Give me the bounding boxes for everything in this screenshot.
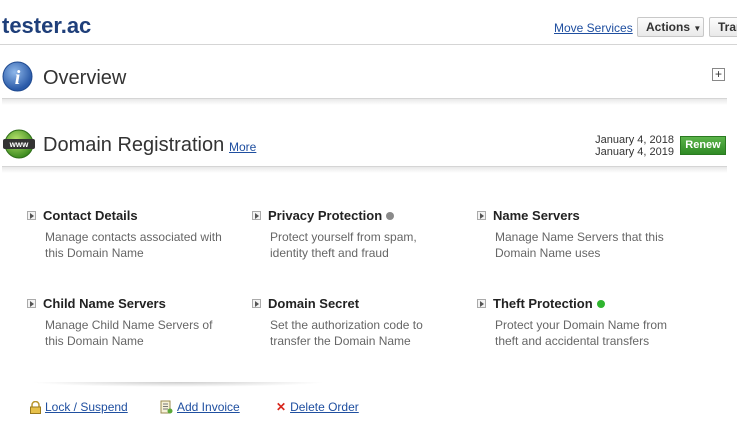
tile-description: Manage Name Servers that this Domain Nam… <box>495 230 664 260</box>
lock-suspend-action[interactable]: Lock / Suspend <box>29 400 128 414</box>
tile-privacy-protection[interactable]: Privacy Protection Protect yourself from… <box>252 208 452 261</box>
delete-order-link[interactable]: Delete Order <box>290 400 359 414</box>
domain-registration-title: Domain Registration <box>43 134 225 156</box>
tile-title: Theft Protection <box>493 296 593 311</box>
registration-shadow <box>2 167 727 173</box>
tile-title: Name Servers <box>493 208 580 223</box>
svg-text:i: i <box>15 67 21 89</box>
tile-description: Manage contacts associated with this Dom… <box>45 230 222 260</box>
tile-description: Protect yourself from spam, identity the… <box>270 230 417 260</box>
actions-label: Actions <box>646 20 691 34</box>
tile-title: Domain Secret <box>268 296 360 311</box>
lock-suspend-link[interactable]: Lock / Suspend <box>45 400 128 414</box>
arrow-right-icon <box>252 211 261 220</box>
more-link[interactable]: More <box>229 140 256 154</box>
add-invoice-action[interactable]: Add Invoice <box>159 400 240 414</box>
close-icon: ✕ <box>276 400 287 414</box>
tile-domain-secret[interactable]: Domain Secret Set the authorization code… <box>252 296 452 349</box>
tile-description: Set the authorization code to transfer t… <box>270 318 423 348</box>
tile-title: Child Name Servers <box>43 296 166 311</box>
add-invoice-link[interactable]: Add Invoice <box>177 400 240 414</box>
arrow-right-icon <box>252 299 261 308</box>
domain-title: tester.ac <box>2 13 92 38</box>
www-globe-icon: www <box>2 129 36 159</box>
tile-description: Manage Child Name Servers of this Domain… <box>45 318 213 348</box>
header-divider <box>0 44 737 45</box>
overview-title: Overview <box>43 67 127 89</box>
expiry-date: January 4, 2019 <box>595 146 674 158</box>
actions-button[interactable]: Actions ▼ <box>637 17 704 37</box>
registration-dates: January 4, 2018 January 4, 2019 <box>595 134 674 158</box>
info-icon: i <box>2 61 33 92</box>
expand-overview-button[interactable]: + <box>712 68 725 81</box>
tile-theft-protection[interactable]: Theft Protection Protect your Domain Nam… <box>477 296 677 349</box>
move-services-link[interactable]: Move Services <box>554 21 633 35</box>
tile-contact-details[interactable]: Contact Details Manage contacts associat… <box>27 208 227 261</box>
renew-button[interactable]: Renew <box>680 136 726 155</box>
overview-shadow <box>2 99 727 105</box>
arrow-right-icon <box>27 211 36 220</box>
tile-title: Privacy Protection <box>268 208 383 223</box>
status-on-icon <box>596 299 605 308</box>
footer-separator <box>30 382 326 387</box>
transfer-button[interactable]: Transfer <box>709 17 737 37</box>
lock-icon <box>29 400 42 414</box>
delete-order-action[interactable]: ✕ Delete Order <box>276 400 359 414</box>
tile-child-name-servers[interactable]: Child Name Servers Manage Child Name Ser… <box>27 296 227 349</box>
tile-name-servers[interactable]: Name Servers Manage Name Servers that th… <box>477 208 677 261</box>
arrow-right-icon <box>477 299 486 308</box>
caret-down-icon: ▼ <box>693 24 702 33</box>
arrow-right-icon <box>27 299 36 308</box>
tile-description: Protect your Domain Name from theft and … <box>495 318 668 348</box>
start-date: January 4, 2018 <box>595 134 674 146</box>
svg-text:www: www <box>9 140 29 149</box>
arrow-right-icon <box>477 211 486 220</box>
invoice-icon <box>159 400 173 414</box>
tile-title: Contact Details <box>43 208 138 223</box>
status-off-icon <box>386 211 395 220</box>
